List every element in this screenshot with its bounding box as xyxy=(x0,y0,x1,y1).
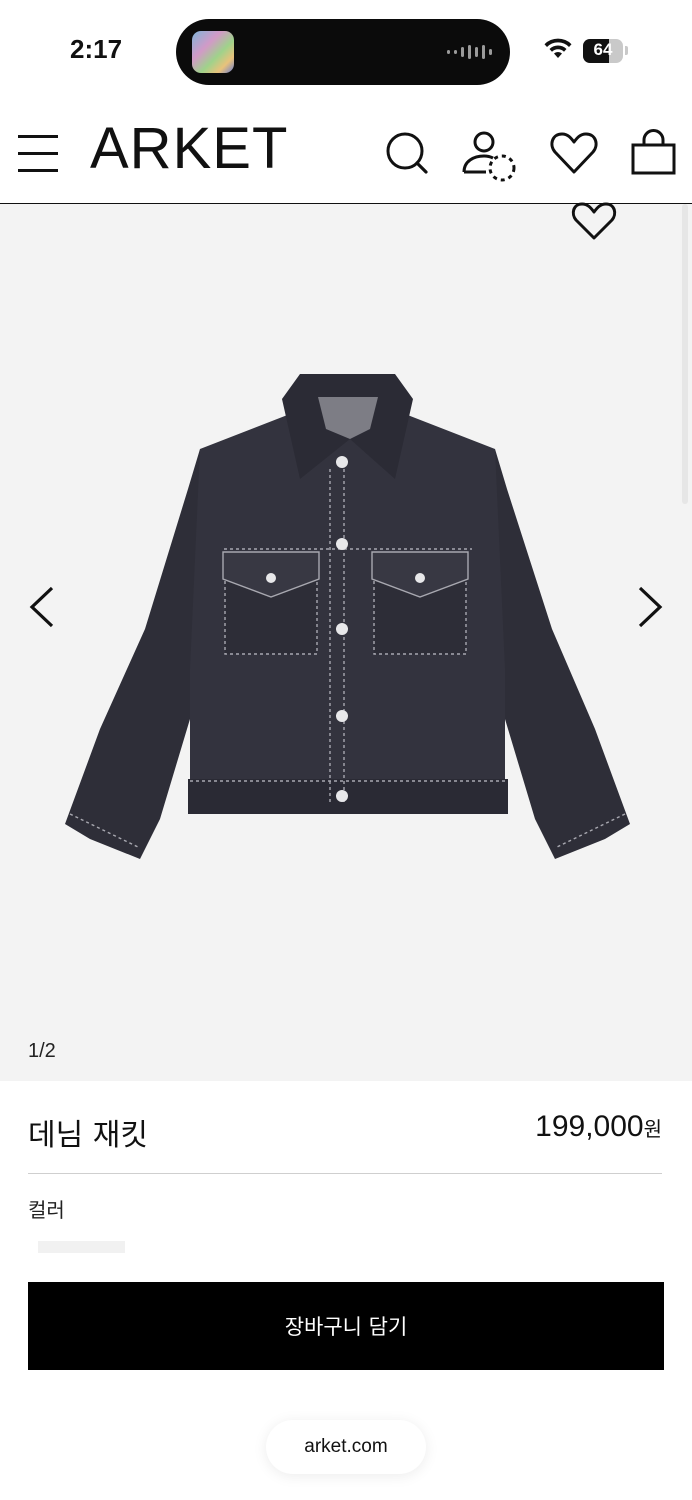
chevron-left-icon[interactable] xyxy=(26,584,58,630)
status-bar: 2:17 64 xyxy=(0,0,692,100)
product-gallery[interactable]: 1/2 xyxy=(0,202,692,1081)
battery-percent: 64 xyxy=(593,40,613,59)
brand-logo[interactable]: ARKET xyxy=(90,120,288,178)
image-counter: 1/2 xyxy=(28,1040,56,1062)
product-image xyxy=(65,374,630,859)
price-unit: 원 xyxy=(643,1117,662,1141)
page-scrollbar[interactable] xyxy=(682,204,688,504)
wishlist-heart-icon[interactable] xyxy=(570,200,618,242)
wifi-icon xyxy=(544,38,572,58)
account-icon[interactable] xyxy=(460,128,520,184)
dynamic-island[interactable] xyxy=(176,19,510,85)
wishlist-icon[interactable] xyxy=(549,128,599,178)
menu-icon[interactable] xyxy=(18,135,60,173)
browser-url-pill[interactable]: arket.com xyxy=(266,1420,426,1474)
product-price: 199,000원 xyxy=(535,1110,662,1144)
battery-icon: 64 xyxy=(583,39,623,63)
site-header: ARKET xyxy=(0,100,692,205)
search-icon[interactable] xyxy=(384,128,430,178)
price-value: 199,000 xyxy=(535,1110,644,1143)
now-playing-artwork xyxy=(192,31,234,73)
audio-waveform-icon xyxy=(447,45,492,59)
add-to-cart-button[interactable]: 장바구니 담기 xyxy=(28,1282,664,1370)
status-time: 2:17 xyxy=(70,34,123,64)
chevron-right-icon[interactable] xyxy=(634,584,666,630)
shopping-bag-icon[interactable] xyxy=(630,128,678,178)
battery-tip xyxy=(625,46,628,55)
product-name: 데님 재킷 xyxy=(28,1118,148,1153)
color-label: 컬러 xyxy=(28,1198,65,1222)
divider xyxy=(28,1173,662,1174)
color-swatch-placeholder[interactable] xyxy=(38,1241,125,1253)
